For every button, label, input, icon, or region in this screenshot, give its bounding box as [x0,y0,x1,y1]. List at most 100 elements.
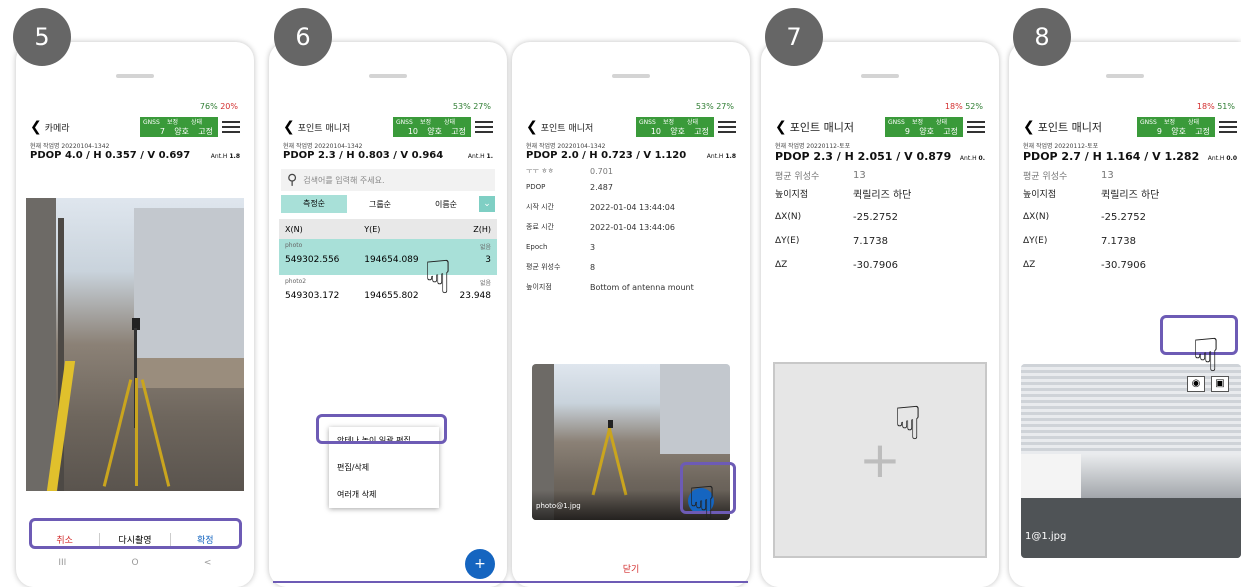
antenna-height-value: 1. [486,153,493,160]
highlight-camera-buttons [29,518,242,549]
back-icon[interactable]: ❮ [1023,119,1035,135]
state-value: 고정 [694,127,709,136]
state-value: 고정 [1195,127,1210,136]
detail-key: 평균 위성수 [1023,171,1068,182]
pdop-readout: PDOP 2.0 / H 0.723 / V 1.120 Ant.H 1.8 [522,150,740,161]
detail-value: 8 [590,262,596,272]
back-icon[interactable]: ❮ [30,119,42,135]
camera-screen: 76% 20% ❮ 카메라 GNSS 보정 상태 7 양호 고정 현재 작업명 2022… [26,102,244,587]
point-list-screen: 53% 27% ❮ 포인트 매니저 GNSS 보정 상태 10 양호 고정 현재 작업명… [279,102,497,587]
home-icon[interactable]: O [99,558,172,574]
detail-key: 높이지점 [526,283,552,291]
battery-level-2: 20% [220,102,238,111]
antenna-height-label: Ant.H [706,153,724,160]
detail-row: 평균 위성수 13 [771,169,989,182]
back-icon[interactable]: ❮ [775,119,787,135]
correction-label: 보정 [1164,119,1176,126]
state-label: 상태 [936,119,948,126]
detail-value: Bottom of antenna mount [590,282,694,292]
menu-icon[interactable] [718,118,736,136]
battery-level: 53% [452,102,471,111]
column-z: Z(H) [473,224,491,234]
battery-level: 18% [944,102,963,111]
tab-group-order[interactable]: 그룹순 [347,199,413,210]
top-bar: ❮ 포인트 매니저 GNSS 보정 상태 9 양호 고정 [1019,114,1241,140]
pdop-text: PDOP 2.3 / H 0.803 / V 0.964 [283,150,444,161]
detail-row: PDOP 2.487 [522,177,740,197]
notch [1106,74,1144,78]
search-input[interactable]: 검색어를 입력해 주세요. [303,175,384,186]
table-row[interactable]: photo2 없음 549303.172 194655.802 23.948 [279,275,497,311]
step-badge-6: 6 [274,8,332,66]
pdop-text: PDOP 2.7 / H 1.164 / V 1.282 [1023,150,1200,163]
phone-add-photo: 18% 52% ❮ 포인트 매니저 GNSS 보정 상태 9 양호 고정 현재 작업명 … [761,42,999,587]
gnss-label: GNSS [888,119,905,126]
detail-row: Epoch 3 [522,237,740,257]
attached-photo[interactable]: 1@1.jpg ◉ ▣ [1021,364,1241,558]
gnss-status-panel[interactable]: GNSS 보정 상태 9 양호 고정 [885,117,963,137]
gnss-status-panel[interactable]: GNSS 보정 상태 10 양호 고정 [636,117,714,137]
pdop-text: PDOP 4.0 / H 0.357 / V 0.697 [30,150,191,161]
detail-key: 종료 시간 [526,223,554,231]
page-title: 카메라 [44,123,70,134]
row-x: 549303.172 [285,291,340,301]
search-icon: ⚲ [287,172,298,188]
detail-value: -25.2752 [853,211,898,223]
back-icon[interactable]: ❮ [526,119,538,135]
menu-icon[interactable] [1219,118,1237,136]
detail-value: -30.7906 [1101,259,1146,271]
detail-row: ΔY(E) 7.1738 [771,229,989,253]
add-photo-area[interactable]: + [773,362,987,558]
menu-icon[interactable] [967,118,985,136]
detail-key: 평균 위성수 [775,171,820,182]
battery-level-2: 52% [965,102,983,111]
gnss-value: 9 [1156,127,1162,136]
antenna-height-label: Ant.H [210,153,228,160]
gnss-label: GNSS [1140,119,1157,126]
status-bar: 53% 27% [522,102,740,114]
correction-value: 양호 [670,127,685,136]
android-nav-bar: III O < [26,558,244,574]
camera-preview-image [26,198,244,491]
highlight-edit-delete [316,414,447,444]
gnss-value: 9 [904,127,910,136]
detail-value: 7.1738 [1101,235,1136,247]
gnss-status-panel[interactable]: GNSS 보정 상태 10 양호 고정 [393,117,471,137]
tab-measure-order[interactable]: 측정순 [281,195,347,213]
antenna-height-label: Ant.H [959,155,977,162]
gnss-status-panel[interactable]: GNSS 보정 상태 9 양호 고정 [1137,117,1215,137]
pdop-readout: PDOP 2.3 / H 0.803 / V 0.964 Ant.H 1. [279,150,497,161]
detail-key: 평균 위성수 [526,263,561,271]
detail-value: 2022-01-04 13:44:04 [590,202,675,212]
detail-value: 3 [590,242,596,252]
antenna-height-value: 1.8 [229,153,240,160]
tab-name-order[interactable]: 이름순 [413,199,479,210]
search-bar[interactable]: ⚲ 검색어를 입력해 주세요. [281,169,495,191]
detail-key: ΔX(N) [1023,212,1050,222]
detail-key: PDOP [526,183,546,191]
back-icon[interactable]: ❮ [283,119,295,135]
detail-value: 0.701 [590,166,613,176]
menu-icon[interactable] [222,118,240,136]
back-nav-icon[interactable]: < [171,558,244,574]
gnss-label: GNSS [143,119,160,126]
close-button[interactable]: 닫기 [522,562,740,575]
recent-apps-icon[interactable]: III [26,558,99,574]
detail-list: ㅜㅜ ㅎㅎ 0.701 PDOP 2.487 시작 시간 2022-01-04 13:… [522,165,740,297]
pdop-text: PDOP 2.3 / H 2.051 / V 0.879 [775,150,952,163]
detail-value: -30.7906 [853,259,898,271]
add-point-button[interactable]: + [465,549,495,579]
detail-row: ㅜㅜ ㅎㅎ 0.701 [522,165,740,177]
pdop-readout: PDOP 2.3 / H 2.051 / V 0.879 Ant.H 0. [771,150,989,163]
battery-level-2: 51% [1217,102,1235,111]
gnss-status-panel[interactable]: GNSS 보정 상태 7 양호 고정 [140,117,218,137]
chevron-down-icon[interactable]: ⌄ [479,196,495,212]
top-bar: ❮ 포인트 매니저 GNSS 보정 상태 9 양호 고정 [771,114,989,140]
menu-item-multi-delete[interactable]: 여러개 삭제 [329,481,439,508]
antenna-height-label: Ant.H [1207,155,1225,162]
detail-row: 평균 위성수 8 [522,257,740,277]
status-bar: 76% 20% [26,102,244,114]
table-row[interactable]: photo 없음 549302.556 194654.089 3 [279,239,497,275]
menu-icon[interactable] [475,118,493,136]
menu-item-edit-delete[interactable]: 편집/삭제 [329,454,439,481]
